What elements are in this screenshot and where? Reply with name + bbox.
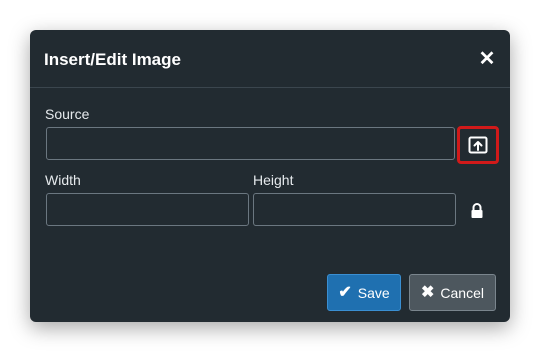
lock-icon <box>471 203 483 218</box>
width-label: Width <box>45 172 81 188</box>
dialog-header: Insert/Edit Image ✕ <box>30 30 510 88</box>
close-icon[interactable]: ✕ <box>476 48 498 70</box>
width-input[interactable] <box>46 193 249 226</box>
x-icon: ✖ <box>421 283 435 301</box>
source-input[interactable] <box>46 127 455 160</box>
cancel-button[interactable]: ✖ Cancel <box>409 274 496 311</box>
height-input[interactable] <box>253 193 456 226</box>
dialog-title: Insert/Edit Image <box>44 50 181 69</box>
cancel-label: Cancel <box>440 284 484 301</box>
insert-edit-image-dialog: Insert/Edit Image ✕ Source Width Height … <box>30 30 510 322</box>
height-label: Height <box>253 172 294 188</box>
check-icon: ✔ <box>338 283 352 301</box>
browse-button[interactable] <box>457 126 499 164</box>
upload-icon <box>468 136 488 154</box>
save-button[interactable]: ✔ Save <box>327 274 401 311</box>
save-label: Save <box>357 284 390 301</box>
constrain-proportions-toggle[interactable] <box>470 202 484 220</box>
source-label: Source <box>45 106 90 122</box>
